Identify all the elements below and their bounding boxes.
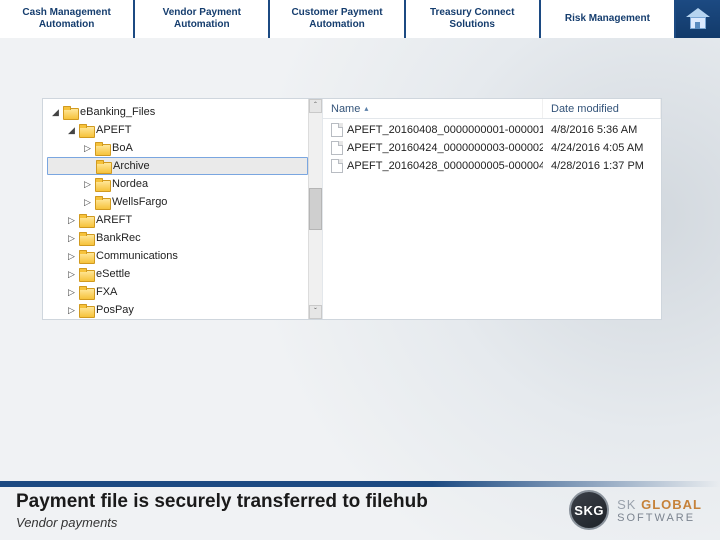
twisty-icon[interactable]: ◢ [67, 125, 76, 136]
logo-brand-pre: SK [617, 497, 641, 512]
col-date-label: Date modified [551, 103, 619, 115]
sort-asc-icon: ▴ [364, 104, 368, 113]
file-date-cell: 4/8/2016 5:36 AM [543, 124, 661, 136]
logo-mark-icon: SKG [569, 490, 609, 530]
text-file-icon [331, 159, 343, 173]
tree-node-label: AREFT [96, 214, 132, 226]
tree-node-label: eSettle [96, 268, 130, 280]
file-name: APEFT_20160428_0000000005-000004.txt [347, 160, 543, 172]
tree-node[interactable]: ▷ Communications [47, 247, 308, 265]
col-date[interactable]: Date modified [543, 99, 661, 118]
nav-tab-cash[interactable]: Cash Management Automation [0, 0, 135, 38]
file-name-cell: APEFT_20160428_0000000005-000004.txt [323, 159, 543, 173]
twisty-icon[interactable]: ▷ [83, 179, 92, 190]
tree-node-label: Communications [96, 250, 178, 262]
folder-icon [79, 233, 93, 244]
tree-node[interactable]: ▷ BoA [47, 139, 308, 157]
folder-icon [79, 287, 93, 298]
folder-icon [79, 251, 93, 262]
text-file-icon [331, 123, 343, 137]
tree-node-label: APEFT [96, 124, 131, 136]
tree-node[interactable]: Archive [47, 157, 308, 175]
folder-icon [95, 179, 109, 190]
file-name-cell: APEFT_20160424_0000000003-000002.txt [323, 141, 543, 155]
tree-node-label: BankRec [96, 232, 141, 244]
footer: Payment file is securely transferred to … [0, 481, 720, 540]
home-button[interactable] [676, 0, 720, 38]
tree-node-label: Nordea [112, 178, 148, 190]
twisty-icon[interactable]: ▷ [67, 251, 76, 262]
file-name-cell: APEFT_20160408_0000000001-000001.txt [323, 123, 543, 137]
folder-tree: ◢eBanking_Files◢APEFT▷BoAArchive▷Nordea▷… [43, 99, 323, 319]
logo-brand-accent: GLOBAL [641, 497, 702, 512]
tree-node[interactable]: ▷ PosPay [47, 301, 308, 319]
file-pane: Name ▴ Date modified APEFT_20160408_0000… [323, 99, 661, 319]
file-row[interactable]: APEFT_20160408_0000000001-000001.txt4/8/… [323, 121, 661, 139]
folder-icon [96, 161, 110, 172]
nav-tab-risk[interactable]: Risk Management [541, 0, 676, 38]
tree-node[interactable]: ▷ AREFT [47, 211, 308, 229]
brand-logo: SKG SK GLOBAL SOFTWARE [569, 490, 702, 530]
tree-node-label: Archive [113, 160, 150, 172]
folder-icon [95, 197, 109, 208]
scroll-up-icon[interactable]: ˆ [309, 99, 322, 113]
nav-tab-vendor[interactable]: Vendor Payment Automation [135, 0, 270, 38]
file-explorer: ◢eBanking_Files◢APEFT▷BoAArchive▷Nordea▷… [42, 98, 662, 320]
home-icon [686, 8, 710, 30]
folder-icon [79, 269, 93, 280]
twisty-icon[interactable]: ▷ [67, 287, 76, 298]
tree-scrollbar[interactable]: ˆ ˇ [308, 99, 322, 319]
scroll-down-icon[interactable]: ˇ [309, 305, 322, 319]
twisty-icon[interactable]: ▷ [67, 215, 76, 226]
tree-node[interactable]: ▷ FXA [47, 283, 308, 301]
tree-node[interactable]: ◢ APEFT [47, 121, 308, 139]
file-list: APEFT_20160408_0000000001-000001.txt4/8/… [323, 119, 661, 319]
tree-node-label: eBanking_Files [80, 106, 155, 118]
scroll-thumb[interactable] [309, 188, 322, 230]
tree-node[interactable]: ◢ eBanking_Files [47, 103, 308, 121]
twisty-icon[interactable]: ▷ [67, 233, 76, 244]
col-name-label: Name [331, 103, 360, 115]
twisty-icon[interactable]: ◢ [51, 107, 60, 118]
file-date-cell: 4/24/2016 4:05 AM [543, 142, 661, 154]
twisty-icon[interactable]: ▷ [83, 197, 92, 208]
top-nav: Cash Management Automation Vendor Paymen… [0, 0, 720, 38]
file-name: APEFT_20160408_0000000001-000001.txt [347, 124, 543, 136]
col-name[interactable]: Name ▴ [323, 99, 543, 118]
logo-brand-sub: SOFTWARE [617, 512, 702, 524]
tree-node-label: BoA [112, 142, 133, 154]
tree-node-label: WellsFargo [112, 196, 167, 208]
text-file-icon [331, 141, 343, 155]
folder-icon [79, 215, 93, 226]
nav-tab-customer[interactable]: Customer Payment Automation [270, 0, 405, 38]
folder-icon [95, 143, 109, 154]
tree-node[interactable]: ▷ eSettle [47, 265, 308, 283]
folder-icon [79, 125, 93, 136]
nav-tab-treasury[interactable]: Treasury Connect Solutions [406, 0, 541, 38]
tree-node[interactable]: ▷ WellsFargo [47, 193, 308, 211]
twisty-icon[interactable]: ▷ [67, 269, 76, 280]
file-row[interactable]: APEFT_20160428_0000000005-000004.txt4/28… [323, 157, 661, 175]
file-row[interactable]: APEFT_20160424_0000000003-000002.txt4/24… [323, 139, 661, 157]
tree-node[interactable]: ▷ BankRec [47, 229, 308, 247]
folder-icon [79, 305, 93, 316]
accent-bar [0, 481, 720, 487]
logo-text: SK GLOBAL SOFTWARE [617, 497, 702, 524]
tree-node-label: PosPay [96, 304, 134, 316]
twisty-icon[interactable]: ▷ [67, 305, 76, 316]
tree-node[interactable]: ▷ Nordea [47, 175, 308, 193]
tree-node-label: FXA [96, 286, 117, 298]
file-header[interactable]: Name ▴ Date modified [323, 99, 661, 119]
file-name: APEFT_20160424_0000000003-000002.txt [347, 142, 543, 154]
twisty-icon[interactable]: ▷ [83, 143, 92, 154]
file-date-cell: 4/28/2016 1:37 PM [543, 160, 661, 172]
folder-icon [63, 107, 77, 118]
